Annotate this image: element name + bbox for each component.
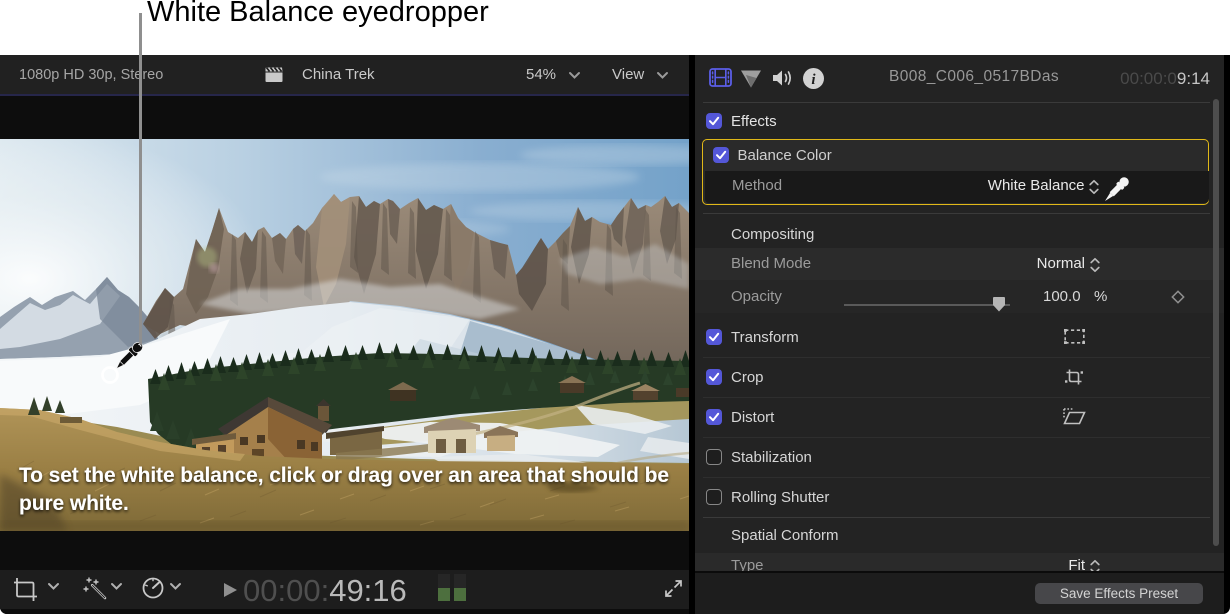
svg-text:To set the white balance, clic: To set the white balance, click or drag … [19, 464, 669, 487]
svg-text:pure white.: pure white. [19, 492, 129, 515]
